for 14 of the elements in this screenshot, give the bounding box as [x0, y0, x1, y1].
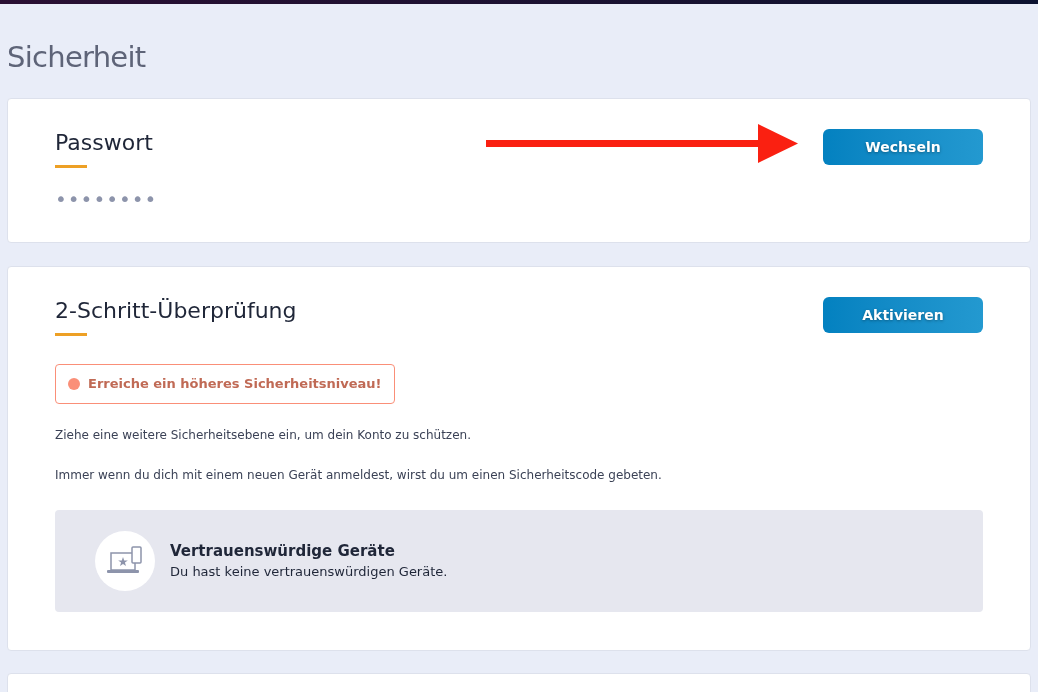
card-title: 2-Schritt-Überprüfung	[55, 297, 297, 325]
masked-password: ••••••••	[55, 185, 158, 213]
title-underline	[55, 332, 87, 336]
title-underline	[55, 164, 87, 168]
action-button[interactable]: Aktivieren	[823, 297, 983, 333]
devices-subtitle: Du hast keine vertrauenswürdigen Geräte.	[170, 563, 448, 581]
page-title: Sicherheit	[6, 39, 147, 76]
devices-title: Vertrauenswürdige Geräte	[170, 540, 396, 562]
description-text: Ziehe eine weitere Sicherheitsebene ein, um dein Konto zu schützen.	[55, 426, 472, 444]
alert-text: Erreiche ein höheres Sicherheitsniveau!	[88, 374, 382, 393]
action-button[interactable]: Wechseln	[823, 129, 983, 165]
card-title: Passwort	[55, 129, 154, 157]
devices-icon	[95, 530, 155, 591]
description-text: Immer wenn du dich mit einem neuen Gerät anmeldest, wirst du um einen Sicherheitscode gebeten.	[55, 466, 663, 484]
